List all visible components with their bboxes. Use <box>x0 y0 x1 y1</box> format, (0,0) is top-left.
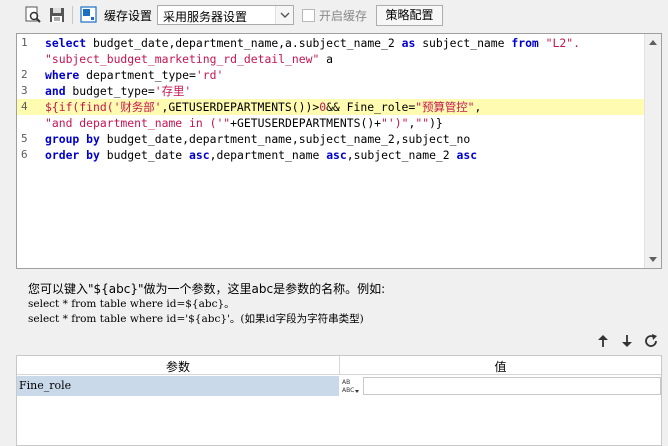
sql-string: "预算管控" <box>415 100 475 114</box>
code-text: "subject_budget_marketing_rd_detail_new"… <box>45 51 333 67</box>
sql-keyword: where <box>45 68 80 82</box>
line-number: 6 <box>21 148 28 161</box>
param-name-cell[interactable]: Fine_role <box>17 376 339 396</box>
line-number: 5 <box>21 132 28 145</box>
sql-text: ,subject_name_2 <box>346 148 457 162</box>
editor-vertical-scrollbar[interactable] <box>644 34 661 268</box>
code-text: select budget_date,department_name,a.sub… <box>45 35 580 51</box>
sql-keyword: asc <box>189 148 210 162</box>
sql-string: '财务部' <box>113 100 162 114</box>
sql-string: 'rd' <box>195 68 224 82</box>
sql-text: ,GETUSERDEPARTMENTS())> <box>161 100 320 114</box>
sql-text: budget_date <box>99 148 190 162</box>
sql-text: a <box>319 52 334 66</box>
param-value-input[interactable] <box>363 377 661 395</box>
svg-text:AB: AB <box>342 379 350 386</box>
scroll-down-icon[interactable] <box>649 257 657 262</box>
sql-string: "L2". <box>545 36 580 50</box>
sql-string: "subject_budget_marketing_rd_detail_new" <box>45 52 320 66</box>
table-row[interactable]: Fine_role AB ABC <box>17 376 661 396</box>
sql-string: "" <box>415 116 430 130</box>
param-toolbar <box>590 330 666 352</box>
line-number: 1 <box>21 36 28 49</box>
sql-text: budget_date,department_name,subject_name… <box>99 132 471 146</box>
line-number: 2 <box>21 68 28 81</box>
sql-dataset-editor: 缓存设置 采用服务器设置 开启缓存 策略配置 1 select budget_da… <box>0 0 668 446</box>
chevron-down-icon[interactable] <box>275 6 293 24</box>
cache-mode-value: 采用服务器设置 <box>163 10 248 24</box>
sql-text: budget_type= <box>65 84 155 98</box>
sql-string: ${if(find( <box>45 100 114 114</box>
sql-keyword: order by <box>45 148 100 162</box>
scroll-up-icon[interactable] <box>649 40 657 45</box>
code-text: ${if(find('财务部',GETUSERDEPARTMENTS())>0&… <box>45 99 481 115</box>
hint-line-3: select * from table where id='${abc}'。(如… <box>28 313 364 325</box>
sql-text: )} <box>429 116 443 130</box>
code-line[interactable]: 1 select budget_date,department_name,a.su… <box>17 35 647 51</box>
sql-text: subject_name <box>415 36 512 50</box>
toolbar-separator <box>72 6 73 24</box>
code-text: and budget_type='存里' <box>45 83 191 99</box>
sql-editor[interactable]: 1 select budget_date,department_name,a.su… <box>16 33 662 269</box>
sql-string: "')" <box>381 116 409 130</box>
cache-mode-select[interactable]: 采用服务器设置 <box>157 5 294 25</box>
column-header-value: 值 <box>494 360 507 374</box>
parameter-table-header: 参数 值 <box>17 356 661 375</box>
code-text: group by budget_date,department_name,sub… <box>45 131 470 147</box>
line-number: 4 <box>21 100 28 113</box>
sql-keyword: as <box>401 36 416 50</box>
code-line[interactable]: 5 group by budget_date,department_name,su… <box>17 131 647 147</box>
sql-text: , <box>474 100 482 114</box>
code-line[interactable]: 3 and budget_type='存里' <box>17 83 647 99</box>
code-line[interactable]: 4 ${if(find('财务部',GETUSERDEPARTMENTS())>0… <box>17 99 647 115</box>
sql-keyword: group by <box>45 132 100 146</box>
code-line[interactable]: 2 where department_type='rd' <box>17 67 647 83</box>
code-line[interactable]: "and department_name in ('"+GETUSERDEPAR… <box>17 115 647 131</box>
enable-cache-checkbox[interactable] <box>302 9 315 22</box>
cache-settings-icon <box>80 6 97 23</box>
code-text: where department_type='rd' <box>45 67 223 83</box>
save-icon[interactable] <box>48 6 66 24</box>
code-line[interactable]: "subject_budget_marketing_rd_detail_new"… <box>17 51 647 67</box>
code-line[interactable]: 6 order by budget_date asc,department_nam… <box>17 147 647 163</box>
refresh-icon[interactable] <box>642 332 660 350</box>
sql-keyword: asc <box>326 148 347 162</box>
sql-text: ,department_name <box>209 148 327 162</box>
sql-text: +GETUSERDEPARTMENTS()+ <box>230 116 382 130</box>
sql-text: department_type= <box>79 68 196 82</box>
sql-string: "and department_name in ('" <box>45 116 231 130</box>
sql-keyword: from <box>511 36 539 50</box>
enable-cache-label: 开启缓存 <box>319 9 368 23</box>
move-up-icon[interactable] <box>594 332 612 350</box>
sql-text: budget_date,department_name,a.subject_na… <box>86 36 402 50</box>
string-type-icon[interactable]: AB ABC <box>341 377 361 395</box>
move-down-icon[interactable] <box>618 332 636 350</box>
sql-keyword: select <box>45 36 87 50</box>
sql-keyword: asc <box>456 148 478 162</box>
line-number: 3 <box>21 84 28 97</box>
hint-line-1: 您可以键入"${abc}"做为一个参数，这里abc是参数的名称。例如: <box>28 282 386 296</box>
code-text: order by budget_date asc,department_name… <box>45 147 477 163</box>
column-header-param: 参数 <box>165 360 190 374</box>
cache-settings-label: 缓存设置 <box>104 9 153 23</box>
sql-keyword: and <box>45 84 66 98</box>
toolbar: 缓存设置 采用服务器设置 开启缓存 策略配置 <box>0 0 668 30</box>
hint-line-2: select * from table where id=${abc}。 <box>28 298 235 310</box>
preview-icon[interactable] <box>24 6 42 24</box>
code-text: "and department_name in ('"+GETUSERDEPAR… <box>45 115 443 131</box>
sql-text: && Fine_role= <box>326 100 416 114</box>
svg-text:ABC: ABC <box>342 387 354 394</box>
strategy-config-button[interactable]: 策略配置 <box>376 5 443 26</box>
sql-string: '存里' <box>154 84 192 98</box>
parameter-table: 参数 值 Fine_role AB ABC <box>16 355 662 446</box>
